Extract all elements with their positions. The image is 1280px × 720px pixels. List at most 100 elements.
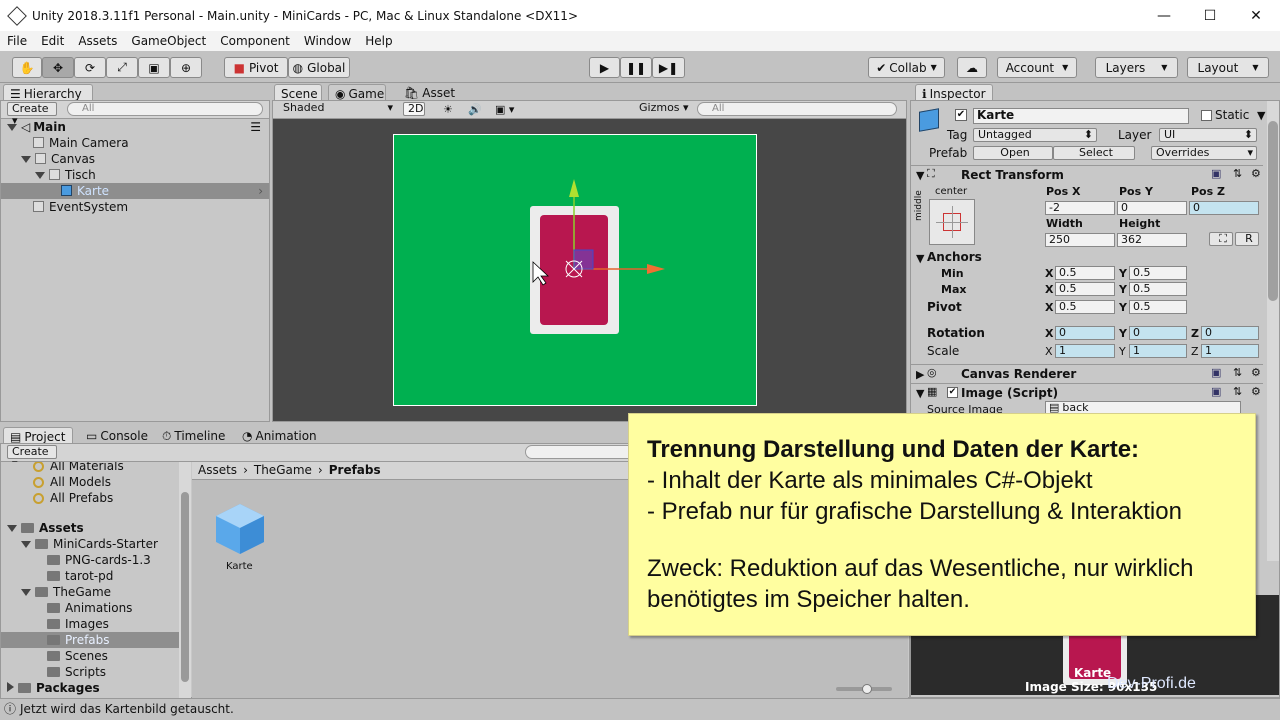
folder-assets[interactable]: Assets (1, 520, 179, 536)
scale-y-field[interactable]: 1 (1129, 344, 1187, 358)
hand-tool-icon[interactable]: ✋ (12, 57, 42, 78)
project-tree-scrollbar[interactable] (179, 462, 191, 698)
prefab-select-button[interactable]: Select (1053, 146, 1135, 160)
hierarchy-search-input[interactable]: All (67, 102, 263, 116)
collab-button[interactable]: ✔ Collab ▼ (868, 57, 945, 78)
anchor-presets-button[interactable] (929, 199, 975, 245)
breadcrumb-thegame[interactable]: TheGame (254, 463, 312, 477)
preset-icon[interactable]: ⇅ (1233, 366, 1242, 379)
folder-png-cards[interactable]: PNG-cards-1.3 (1, 552, 179, 568)
menu-component[interactable]: Component (213, 34, 297, 48)
folder-scripts[interactable]: Scripts (1, 664, 179, 680)
step-button[interactable]: ▶❚ (652, 57, 685, 78)
image-enabled-checkbox[interactable]: ✔ (947, 387, 958, 398)
object-name-field[interactable]: Karte (973, 108, 1189, 124)
project-search-input[interactable] (525, 445, 635, 459)
pos-x-field[interactable]: -2 (1045, 201, 1115, 215)
anchor-max-y-field[interactable]: 0.5 (1129, 282, 1187, 296)
pivot-x-field[interactable]: 0.5 (1055, 300, 1115, 314)
anchor-min-x-field[interactable]: 0.5 (1055, 266, 1115, 280)
project-create-dropdown[interactable]: Create ▾ (7, 445, 57, 470)
anchor-max-x-field[interactable]: 0.5 (1055, 282, 1115, 296)
layers-dropdown[interactable]: Layers ▼ (1095, 57, 1178, 78)
breadcrumb-assets[interactable]: Assets (198, 463, 237, 477)
folder-animations[interactable]: Animations (1, 600, 179, 616)
active-checkbox[interactable]: ✔ (955, 109, 967, 121)
menu-gameobject[interactable]: GameObject (124, 34, 213, 48)
minimize-icon[interactable]: — (1141, 0, 1187, 31)
menu-edit[interactable]: Edit (34, 34, 71, 48)
prefab-overrides-dropdown[interactable]: Overrides ▾ (1151, 146, 1257, 160)
rotation-z-field[interactable]: 0 (1201, 326, 1259, 340)
tag-dropdown[interactable]: Untagged ⬍ (973, 128, 1097, 142)
rotate-tool-icon[interactable]: ⟳ (74, 57, 106, 78)
canvas-renderer-foldout[interactable]: ▶ (916, 368, 924, 381)
folder-minicards-starter[interactable]: MiniCards-Starter (1, 536, 179, 552)
help-icon[interactable]: ▣ (1211, 385, 1221, 398)
folder-thegame[interactable]: TheGame (1, 584, 179, 600)
help-icon[interactable]: ▣ (1211, 167, 1221, 180)
prefab-asset-icon[interactable] (214, 502, 266, 554)
preset-icon[interactable]: ⇅ (1233, 167, 1242, 180)
static-checkbox[interactable] (1201, 110, 1212, 121)
settings-gear-icon[interactable]: ⚙ (1251, 366, 1261, 379)
help-icon[interactable]: ▣ (1211, 366, 1221, 379)
close-icon[interactable]: ✕ (1233, 0, 1279, 31)
scrollbar-thumb[interactable] (1268, 121, 1278, 301)
breadcrumb-prefabs[interactable]: Prefabs (329, 463, 381, 477)
cloud-icon[interactable]: ☁ (957, 57, 987, 78)
settings-gear-icon[interactable]: ⚙ (1251, 385, 1261, 398)
hierarchy-item-karte[interactable]: Karte › (1, 183, 269, 199)
favorite-all-models[interactable]: All Models (1, 474, 179, 490)
menu-assets[interactable]: Assets (71, 34, 124, 48)
move-gizmo[interactable] (273, 101, 906, 421)
static-dropdown-arrow[interactable]: ▼ (1257, 109, 1265, 122)
folder-packages[interactable]: Packages (1, 680, 179, 696)
raw-edit-button[interactable]: R (1235, 232, 1259, 246)
menu-file[interactable]: File (0, 34, 34, 48)
menu-window[interactable]: Window (297, 34, 358, 48)
prefab-asset-label[interactable]: Karte (226, 560, 253, 573)
scale-z-field[interactable]: 1 (1201, 344, 1259, 358)
pivot-y-field[interactable]: 0.5 (1129, 300, 1187, 314)
scene-root-item[interactable]: ◁ Main ☰ (1, 119, 269, 135)
favorite-all-materials[interactable]: All Materials (1, 462, 179, 474)
folder-tarot-pd[interactable]: tarot-pd (1, 568, 179, 584)
move-tool-icon[interactable]: ✥ (42, 57, 74, 78)
hierarchy-item-canvas[interactable]: Canvas (1, 151, 269, 167)
rect-tool-icon[interactable]: ▣ (138, 57, 170, 78)
settings-gear-icon[interactable]: ⚙ (1251, 167, 1261, 180)
folder-prefabs[interactable]: Prefabs (1, 632, 179, 648)
rotation-y-field[interactable]: 0 (1129, 326, 1187, 340)
height-field[interactable]: 362 (1117, 233, 1187, 247)
favorite-all-prefabs[interactable]: All Prefabs (1, 490, 179, 506)
hierarchy-item-eventsystem[interactable]: EventSystem (1, 199, 269, 215)
rect-transform-foldout[interactable]: ▼ (916, 169, 924, 182)
anchor-min-y-field[interactable]: 0.5 (1129, 266, 1187, 280)
zoom-slider[interactable] (836, 684, 892, 694)
rotation-x-field[interactable]: 0 (1055, 326, 1115, 340)
width-field[interactable]: 250 (1045, 233, 1115, 247)
global-toggle[interactable]: ◍ Global (288, 57, 350, 78)
inspector-scrollbar[interactable] (1267, 101, 1279, 561)
image-script-foldout[interactable]: ▼ (916, 387, 924, 400)
anchors-foldout[interactable]: ▼ (916, 252, 924, 265)
hierarchy-create-dropdown[interactable]: Create ▾ (7, 102, 57, 127)
play-button[interactable]: ▶ (589, 57, 620, 78)
pos-y-field[interactable]: 0 (1117, 201, 1187, 215)
prefab-open-button[interactable]: Open (973, 146, 1053, 160)
layout-dropdown[interactable]: Layout ▼ (1187, 57, 1269, 78)
pause-button[interactable]: ❚❚ (620, 57, 652, 78)
hierarchy-item-main-camera[interactable]: Main Camera (1, 135, 269, 151)
preset-icon[interactable]: ⇅ (1233, 385, 1242, 398)
folder-scenes[interactable]: Scenes (1, 648, 179, 664)
scale-tool-icon[interactable]: ⤢ (106, 57, 138, 78)
pivot-toggle[interactable]: ■ Pivot (224, 57, 288, 78)
folder-images[interactable]: Images (1, 616, 179, 632)
blueprint-mode-button[interactable]: ⛶ (1209, 232, 1233, 246)
account-dropdown[interactable]: Account ▼ (997, 57, 1077, 78)
maximize-icon[interactable]: ☐ (1187, 0, 1233, 31)
hierarchy-item-tisch[interactable]: Tisch (1, 167, 269, 183)
menu-help[interactable]: Help (358, 34, 399, 48)
transform-tool-icon[interactable]: ⊕ (170, 57, 202, 78)
